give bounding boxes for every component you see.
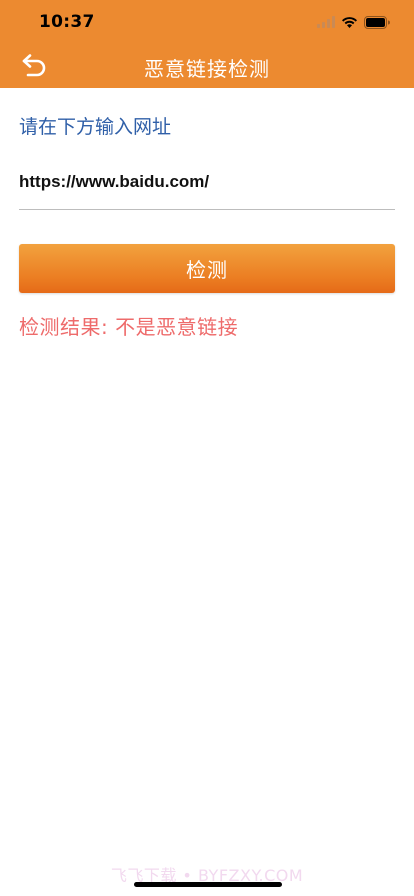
- detect-button[interactable]: 检测: [19, 244, 395, 293]
- detection-result: 检测结果: 不是恶意链接: [19, 315, 239, 339]
- status-icons: [317, 15, 390, 29]
- navigation-bar: 恶意链接检测: [0, 44, 414, 88]
- cellular-signal-icon: [317, 16, 335, 28]
- page-title: 恶意链接检测: [144, 57, 270, 81]
- app-screen: 10:37 恶意链接检测 请在下方输入网址 https://www.baidu.…: [0, 0, 414, 896]
- home-indicator[interactable]: [134, 882, 282, 887]
- battery-icon: [364, 15, 390, 29]
- status-time: 10:37: [39, 12, 95, 32]
- status-bar: 10:37: [0, 0, 414, 44]
- url-input[interactable]: [19, 163, 394, 201]
- header-bar: 10:37 恶意链接检测: [0, 0, 414, 88]
- wifi-icon: [342, 17, 357, 28]
- input-underline: [19, 209, 395, 210]
- url-prompt-label: 请在下方输入网址: [19, 116, 172, 138]
